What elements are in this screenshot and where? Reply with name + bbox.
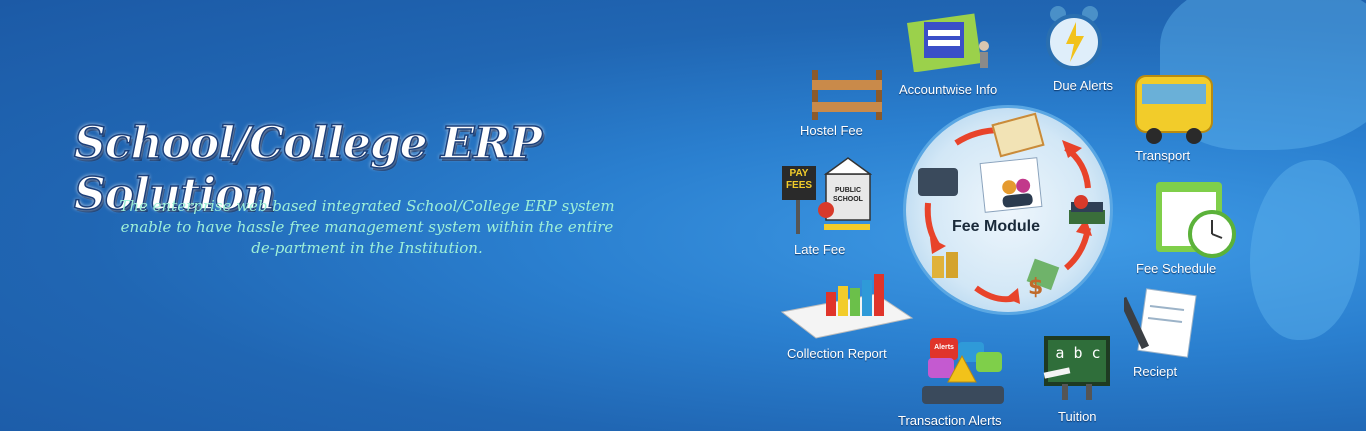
school-sign-icon: PAY FEES PUBLIC SCHOOL — [780, 150, 872, 236]
module-label-transport: Transport — [1135, 148, 1191, 163]
fee-module-label: Fee Module — [952, 218, 1041, 235]
hero-banner: School/College ERP Solution The enterpri… — [0, 0, 1366, 431]
money-bag-icon: $ — [1020, 258, 1060, 300]
module-label-transaction-alerts: Transaction Alerts — [898, 413, 1002, 428]
module-label-collection-report: Collection Report — [787, 346, 887, 361]
receipt-users-icon — [979, 157, 1043, 213]
module-label-hostel-fee: Hostel Fee — [800, 123, 863, 138]
folder-icon — [906, 13, 989, 72]
module-label-due-alerts: Due Alerts — [1053, 78, 1113, 93]
alerts-phone-icon: Alerts — [918, 336, 1008, 408]
alarm-clock-icon — [1046, 6, 1102, 70]
printer-icon — [918, 168, 958, 196]
bus-icon — [1135, 75, 1213, 144]
pay-fees-sign: PAY FEES — [785, 168, 813, 191]
chalkboard-text: a b c — [1055, 344, 1101, 362]
chalkboard-icon: a b c — [1040, 336, 1112, 402]
svg-text:$: $ — [1028, 275, 1043, 298]
module-label-late-fee: Late Fee — [794, 242, 846, 257]
books-apple-icon — [1065, 192, 1109, 228]
module-label-fee-schedule: Fee Schedule — [1136, 261, 1217, 276]
bar-chart-icon — [780, 274, 914, 339]
public-school-sign: PUBLIC SCHOOL — [833, 187, 863, 203]
calendar-icon — [1156, 182, 1236, 258]
map-continent-south-america — [1250, 160, 1360, 340]
receipt-pen-icon — [1124, 288, 1197, 358]
module-label-accountwise-info: Accountwise Info — [899, 82, 998, 97]
module-label-reciept: Reciept — [1133, 364, 1178, 379]
alerts-badge: Alerts — [934, 344, 954, 351]
module-label-tuition: Tuition — [1058, 409, 1097, 424]
coins-icon — [930, 250, 966, 280]
banner-subtitle: The enterprise web based integrated Scho… — [119, 197, 615, 257]
bed-icon — [812, 70, 882, 120]
